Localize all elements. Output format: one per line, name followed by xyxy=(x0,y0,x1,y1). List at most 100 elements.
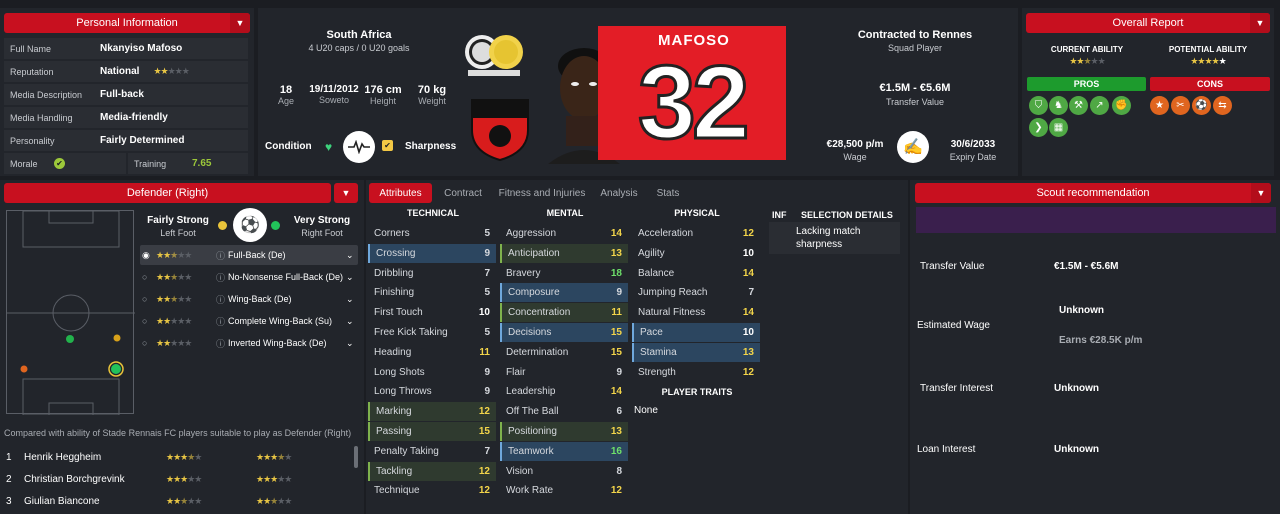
radio-icon[interactable]: ○ xyxy=(142,338,156,348)
attribute-row[interactable]: Dribbling 7 xyxy=(368,264,496,283)
attribute-row[interactable]: Marking 12 xyxy=(368,402,496,422)
shield-icon[interactable]: ⛉ xyxy=(1029,96,1048,115)
attribute-row[interactable]: Concentration 11 xyxy=(500,303,628,323)
chevron-down-icon[interactable]: ▼ xyxy=(230,13,250,33)
grid-icon[interactable]: ▦ xyxy=(1049,118,1068,137)
radio-selected-icon[interactable]: ◉ xyxy=(142,250,156,261)
attribute-row[interactable]: Aggression 14 xyxy=(500,224,628,243)
attribute-row[interactable]: Corners 5 xyxy=(368,224,496,243)
chevron-down-icon[interactable]: ▼ xyxy=(1250,13,1270,33)
chevron-down-icon[interactable]: ⌄ xyxy=(346,250,358,261)
attribute-row[interactable]: Balance 14 xyxy=(632,264,760,283)
scissors-icon[interactable]: ✂ xyxy=(1171,96,1190,115)
scrollbar[interactable] xyxy=(354,446,358,468)
attribute-row[interactable]: Strength 12 xyxy=(632,363,760,382)
role-stars: ★★★★★ xyxy=(156,337,192,348)
contract-title[interactable]: Contracted to Rennes xyxy=(846,29,984,41)
attribute-row[interactable]: First Touch 10 xyxy=(368,303,496,322)
attribute-row[interactable]: Free Kick Taking 5 xyxy=(368,323,496,342)
chevron-down-icon[interactable]: ⌄ xyxy=(346,272,358,283)
personal-info-header[interactable]: Personal Information ▼ xyxy=(4,13,250,33)
ball-icon[interactable]: ⚽ xyxy=(1192,96,1211,115)
tab-contract[interactable]: Contract xyxy=(436,183,490,203)
attribute-row[interactable]: Pace 10 xyxy=(632,323,760,342)
contract-icon[interactable]: ✍ xyxy=(897,131,929,163)
radio-icon[interactable]: ○ xyxy=(142,316,156,326)
attribute-row[interactable]: Off The Ball 6 xyxy=(500,402,628,421)
role-row[interactable]: ○ ★★★★★ ⓘ Wing-Back (De) ⌄ xyxy=(140,289,358,309)
attribute-row[interactable]: Penalty Taking 7 xyxy=(368,442,496,461)
attribute-row[interactable]: Composure 9 xyxy=(500,283,628,303)
nation-association-logo[interactable] xyxy=(462,30,526,80)
attribute-row[interactable]: Teamwork 16 xyxy=(500,441,628,461)
fist-icon[interactable]: ✊ xyxy=(1112,96,1131,115)
role-row[interactable]: ○ ★★★★★ ⓘ Complete Wing-Back (Su) ⌄ xyxy=(140,311,358,331)
star-icon[interactable]: ★ xyxy=(1150,96,1169,115)
attribute-row[interactable]: Positioning 13 xyxy=(500,422,628,441)
role-row[interactable]: ○ ★★★★★ ⓘ Inverted Wing-Back (De) ⌄ xyxy=(140,333,358,353)
attribute-row[interactable]: Stamina 13 xyxy=(632,342,760,362)
left-foot-label: Left Foot xyxy=(160,228,196,238)
attribute-row[interactable]: Anticipation 13 xyxy=(500,243,628,263)
attribute-row[interactable]: Decisions 15 xyxy=(500,323,628,342)
attribute-row[interactable]: Acceleration 12 xyxy=(632,224,760,243)
wage-value: €28,500 p/m xyxy=(826,139,884,150)
info-icon: ⓘ xyxy=(216,250,226,261)
trend-icon[interactable]: ↗ xyxy=(1090,96,1109,115)
attribute-row[interactable]: Heading 11 xyxy=(368,343,496,362)
overall-report-header[interactable]: Overall Report ▼ xyxy=(1026,13,1270,33)
tab-attributes[interactable]: Attributes xyxy=(369,183,432,203)
heartbeat-icon[interactable] xyxy=(343,131,375,163)
compare-row[interactable]: 1 Henrik Heggheim ★★★★★ ★★★★★ xyxy=(0,446,350,468)
pitch-diagram[interactable] xyxy=(6,210,135,416)
chevron-down-icon[interactable]: ⌄ xyxy=(346,338,358,349)
attribute-row[interactable]: Jumping Reach 7 xyxy=(632,283,760,302)
attribute-name: Long Shots xyxy=(374,366,425,378)
attribute-row[interactable]: Finishing 5 xyxy=(368,283,496,302)
role-row[interactable]: ○ ★★★★★ ⓘ No-Nonsense Full-Back (De) ⌄ xyxy=(140,267,358,287)
role-stars: ★★★★★ xyxy=(156,293,192,304)
scout-value: Unknown xyxy=(1054,382,1099,394)
attribute-row[interactable]: Work Rate 12 xyxy=(500,481,628,500)
chevron-down-icon[interactable]: ⌄ xyxy=(346,316,358,327)
attribute-row[interactable]: Vision 8 xyxy=(500,462,628,481)
attribute-name: Acceleration xyxy=(638,228,694,239)
attribute-row[interactable]: Long Throws 9 xyxy=(368,382,496,401)
position-header[interactable]: Defender (Right) xyxy=(4,183,331,203)
tab-analysis[interactable]: Analysis xyxy=(594,183,644,203)
tab-fitness[interactable]: Fitness and Injuries xyxy=(496,183,588,203)
attribute-row[interactable]: Passing 15 xyxy=(368,422,496,441)
contract-role: Squad Player xyxy=(887,43,943,53)
scout-header[interactable]: Scout recommendation ▼ xyxy=(915,183,1271,203)
potential-ability-label: POTENTIAL ABILITY xyxy=(1168,45,1248,54)
club-crest-stade-rennais[interactable] xyxy=(468,96,532,162)
attribute-row[interactable]: Agility 10 xyxy=(632,244,760,263)
position-dropdown-button[interactable]: ▼ xyxy=(334,183,358,203)
radio-icon[interactable]: ○ xyxy=(142,294,156,304)
tackle-icon[interactable]: ♞ xyxy=(1049,96,1068,115)
arrows-icon[interactable]: ⇆ xyxy=(1213,96,1232,115)
role-stars: ★★★★★ xyxy=(156,315,192,326)
boot-icon[interactable]: ❯ xyxy=(1029,118,1048,137)
role-row[interactable]: ◉ ★★★★★ ⓘ Full-Back (De) ⌄ xyxy=(140,245,358,265)
attribute-row[interactable]: Long Shots 9 xyxy=(368,363,496,382)
bone-icon[interactable]: ⚒ xyxy=(1069,96,1088,115)
attribute-row[interactable]: Technique 12 xyxy=(368,481,496,500)
chevron-down-icon[interactable]: ▼ xyxy=(1251,183,1271,203)
radio-icon[interactable]: ○ xyxy=(142,272,156,282)
attribute-row[interactable]: Leadership 14 xyxy=(500,382,628,401)
attribute-row[interactable]: Tackling 12 xyxy=(368,461,496,481)
compare-potential-stars: ★★★★★ xyxy=(256,451,292,462)
chevron-down-icon[interactable]: ⌄ xyxy=(346,294,358,305)
attribute-row[interactable]: Natural Fitness 14 xyxy=(632,303,760,322)
attribute-row[interactable]: Determination 15 xyxy=(500,343,628,362)
attribute-name: Balance xyxy=(638,267,675,279)
attribute-row[interactable]: Bravery 18 xyxy=(500,264,628,283)
nation-name[interactable]: South Africa xyxy=(300,29,418,41)
compare-row[interactable]: 2 Christian Borchgrevink ★★★★★ ★★★★★ xyxy=(0,468,350,490)
attribute-row[interactable]: Crossing 9 xyxy=(368,243,496,263)
tab-stats[interactable]: Stats xyxy=(650,183,686,203)
attribute-row[interactable]: Flair 9 xyxy=(500,363,628,382)
compare-row[interactable]: 3 Giulian Biancone ★★★★★ ★★★★★ xyxy=(0,490,350,512)
attribute-value: 15 xyxy=(478,426,490,437)
